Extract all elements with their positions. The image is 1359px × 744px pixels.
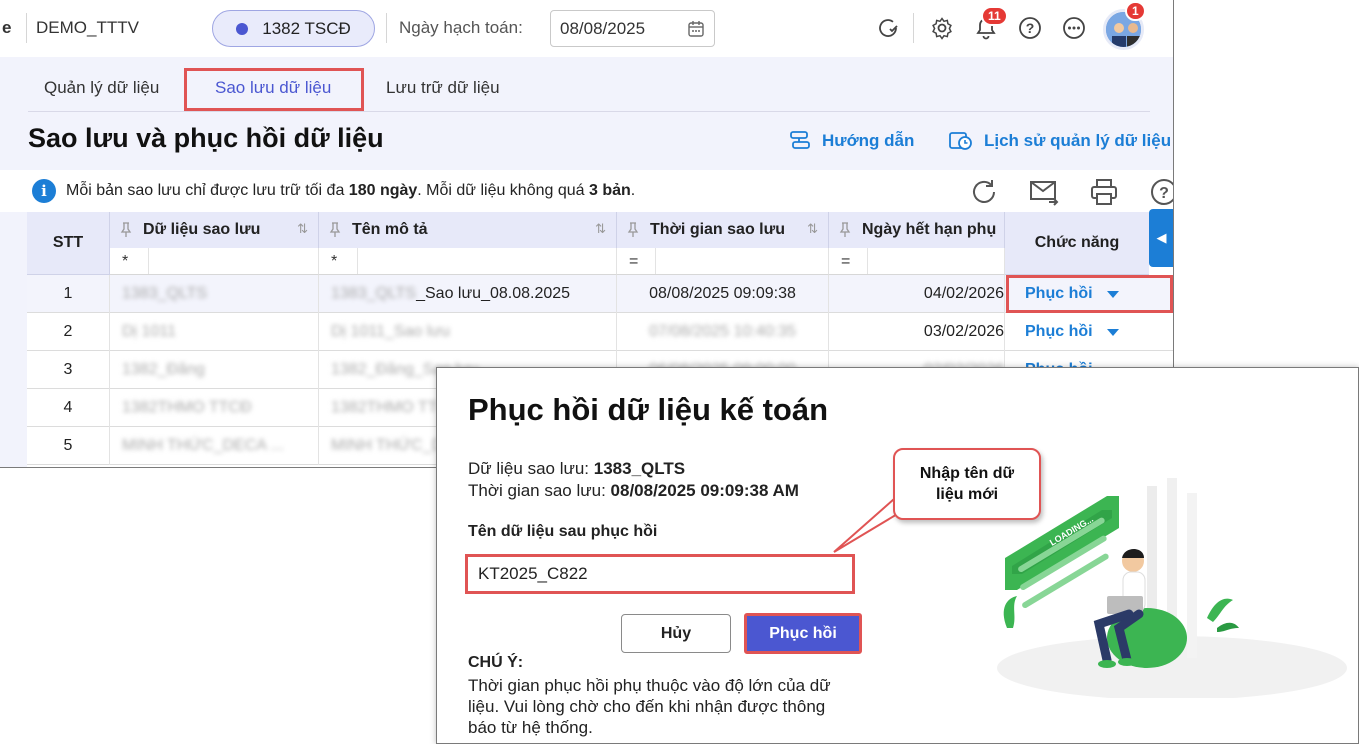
row-backup-time: 08/08/2025 09:09:38 xyxy=(617,275,829,313)
side-panel-toggle[interactable]: ◀ xyxy=(1149,209,1173,267)
caret-left-icon: ◀ xyxy=(1156,230,1167,245)
tab-data-management[interactable]: Quản lý dữ liệu xyxy=(44,78,159,98)
gear-icon[interactable] xyxy=(928,14,956,42)
posting-date-label: Ngày hạch toán: xyxy=(399,18,523,37)
column-header-backup-data[interactable]: Dữ liệu sao lưu ⇅ xyxy=(110,212,319,248)
column-header-stt: STT xyxy=(27,212,110,275)
pin-icon[interactable] xyxy=(839,222,851,243)
tscd-label: 1382 TSCĐ xyxy=(262,18,351,38)
info-icon: i xyxy=(32,179,56,203)
row-stt: 1 xyxy=(27,275,110,313)
divider xyxy=(913,13,914,43)
row-backup-data: 1383_QLTS xyxy=(110,275,319,313)
filter-backup-data[interactable]: * xyxy=(110,248,319,275)
posting-date-value: 08/08/2025 xyxy=(560,18,646,38)
row-stt: 5 xyxy=(27,427,110,465)
row-description: Dị 1011_Sao lưu xyxy=(319,313,617,351)
column-header-description[interactable]: Tên mô tả ⇅ xyxy=(319,212,617,248)
avatar-badge: 1 xyxy=(1125,1,1146,21)
row-backup-time: 07/08/2025 10:40:35 xyxy=(617,313,829,351)
brand-logo-fragment: e xyxy=(2,18,12,37)
row-description: 1383_QLTS _Sao lưu_08.08.2025 xyxy=(319,275,617,313)
history-link[interactable]: Lịch sử quản lý dữ liệu xyxy=(948,129,1171,153)
info-message: Mỗi bản sao lưu chỉ được lưu trữ tối đa … xyxy=(66,182,636,199)
table-row[interactable]: 1 1383_QLTS 1383_QLTS _Sao lưu_08.08.2025… xyxy=(27,275,1173,313)
print-icon[interactable] xyxy=(1088,176,1120,208)
restored-name-label: Tên dữ liệu sau phục hồi xyxy=(468,523,658,540)
restored-name-input[interactable] xyxy=(465,554,855,594)
row-backup-data: MINH THỨC_DECA ... xyxy=(110,427,319,465)
status-dot-icon xyxy=(236,22,249,35)
column-header-backup-time[interactable]: Thời gian sao lưu ⇅ xyxy=(617,212,829,248)
reload-icon[interactable] xyxy=(968,176,1000,208)
divider xyxy=(386,13,387,43)
history-icon xyxy=(949,132,972,150)
sort-icon[interactable]: ⇅ xyxy=(297,221,308,237)
history-link-label: Lịch sử quản lý dữ liệu xyxy=(984,131,1172,150)
help-icon[interactable]: ? xyxy=(1016,14,1044,42)
highlight-frame-tab xyxy=(184,68,364,111)
caret-down-icon[interactable] xyxy=(1106,328,1119,336)
column-header-actions: Chức năng xyxy=(1005,212,1149,275)
restore-action-link[interactable]: Phục hồi xyxy=(1005,313,1173,351)
calendar-icon[interactable] xyxy=(687,20,705,43)
row-stt: 4 xyxy=(27,389,110,427)
guide-link-label: Hướng dẫn xyxy=(822,131,915,150)
note-body: Thời gian phục hồi phụ thuộc vào độ lớn … xyxy=(468,676,831,737)
note-title: CHÚ Ý: xyxy=(468,654,524,671)
cancel-button[interactable]: Hủy xyxy=(621,614,731,653)
notification-count-badge: 11 xyxy=(981,6,1008,26)
signpost-icon xyxy=(790,131,810,149)
tscd-selector[interactable]: 1382 TSCĐ xyxy=(212,10,375,47)
pin-icon[interactable] xyxy=(329,222,341,243)
more-options-icon[interactable] xyxy=(1060,14,1088,42)
backup-data-info: Dữ liệu sao lưu: 1383_QLTS xyxy=(468,459,686,478)
highlight-frame-action xyxy=(1006,275,1173,313)
loading-illustration: LOADING... xyxy=(997,478,1347,698)
sort-icon[interactable]: ⇅ xyxy=(595,221,606,237)
posting-date-input[interactable]: 08/08/2025 xyxy=(550,10,715,47)
restore-button[interactable]: Phục hồi xyxy=(744,613,862,654)
svg-text:?: ? xyxy=(1159,185,1169,202)
info-strip: i Mỗi bản sao lưu chỉ được lưu trữ tối đ… xyxy=(0,170,1173,212)
row-stt: 3 xyxy=(27,351,110,389)
top-bar: e DEMO_TTTV 1382 TSCĐ Ngày hạch toán: 08… xyxy=(0,0,1173,57)
dialog-title: Phục hồi dữ liệu kế toán xyxy=(468,392,829,427)
email-send-icon[interactable] xyxy=(1028,176,1060,208)
backup-time-info: Thời gian sao lưu: 08/08/2025 09:09:38 A… xyxy=(468,481,799,500)
guide-link[interactable]: Hướng dẫn xyxy=(788,129,914,153)
column-header-expiry[interactable]: Ngày hết hạn phụ xyxy=(829,212,1005,248)
filter-backup-time[interactable]: = xyxy=(617,248,829,275)
filter-description[interactable]: * xyxy=(319,248,617,275)
row-backup-data: 1382THMO TTCĐ xyxy=(110,389,319,427)
filter-expiry[interactable]: = xyxy=(829,248,1005,275)
help-circle-icon[interactable]: ? xyxy=(1148,176,1173,208)
tab-archive-data[interactable]: Lưu trữ dữ liệu xyxy=(386,78,500,98)
divider xyxy=(26,13,27,43)
row-expiry: 04/02/2026 xyxy=(829,275,1005,313)
row-stt: 2 xyxy=(27,313,110,351)
page-title: Sao lưu và phục hồi dữ liệu xyxy=(28,123,384,153)
tabs-underline xyxy=(28,111,1150,112)
company-name[interactable]: DEMO_TTTV xyxy=(36,18,139,38)
pin-icon[interactable] xyxy=(120,222,132,243)
pin-icon[interactable] xyxy=(627,222,639,243)
row-backup-data: 1382_Đăng xyxy=(110,351,319,389)
restore-dialog: Phục hồi dữ liệu kế toán Dữ liệu sao lưu… xyxy=(436,367,1359,744)
refresh-search-icon[interactable] xyxy=(874,14,902,42)
table-row[interactable]: 2 Dị 1011 Dị 1011_Sao lưu 07/08/2025 10:… xyxy=(27,313,1173,351)
row-expiry: 03/02/2026 xyxy=(829,313,1005,351)
svg-text:?: ? xyxy=(1026,20,1035,36)
sort-icon[interactable]: ⇅ xyxy=(807,221,818,237)
row-backup-data: Dị 1011 xyxy=(110,313,319,351)
